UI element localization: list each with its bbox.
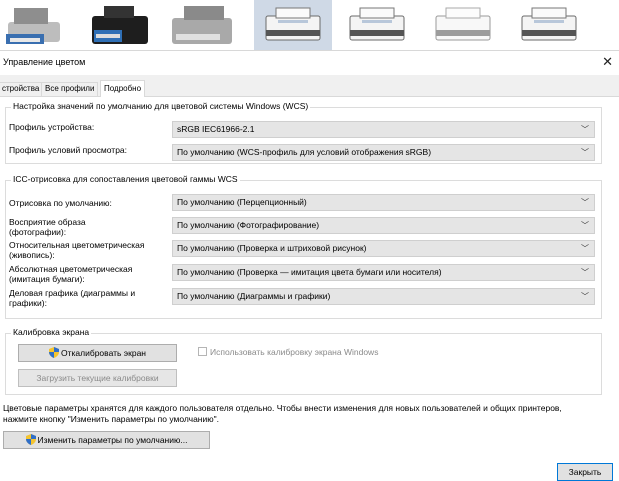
calibrate-display-button[interactable]: Откалибровать экран (18, 344, 177, 362)
printer-icon (6, 8, 60, 44)
printer-thumbnail[interactable] (510, 0, 588, 50)
device-profile-label: Профиль устройства: (9, 122, 95, 132)
printer-icon (435, 7, 491, 41)
load-current-calibrations-label: Загрузить текущие калибровки (36, 373, 159, 383)
device-profile-value: sRGB IEC61966-2.1 (177, 124, 255, 134)
icc-row-label: Абсолютная цветометрическая (имитация бу… (9, 264, 133, 284)
printer-thumbnail-selected[interactable] (254, 0, 332, 50)
icc-rendering-group: ICC-отрисовка для сопоставления цветовой… (5, 174, 602, 319)
change-defaults-button[interactable]: Изменить параметры по умолчанию... (3, 431, 210, 449)
tab-devices[interactable]: стройства (0, 82, 44, 96)
chevron-down-icon: ﹀ (581, 292, 589, 301)
printer-icon (172, 6, 232, 44)
advanced-tab-panel: Настройка значений по умолчанию для цвет… (0, 96, 619, 481)
wcs-defaults-group: Настройка значений по умолчанию для цвет… (5, 101, 602, 164)
use-windows-calibration-checkbox[interactable] (198, 347, 207, 356)
calibration-legend: Калибровка экрана (11, 327, 92, 337)
perceptual-select[interactable]: По умолчанию (Фотографирование) ﹀ (172, 217, 595, 234)
chevron-down-icon: ﹀ (581, 268, 589, 277)
device-profile-select[interactable]: sRGB IEC61966-2.1 ﹀ (172, 121, 595, 138)
icc-rendering-legend: ICC-отрисовка для сопоставления цветовой… (11, 174, 240, 184)
icc-row-label: Относительная цветометрическая (живопись… (9, 240, 145, 260)
printer-icon (265, 7, 321, 41)
printer-thumbnail-strip (0, 0, 619, 50)
per-user-settings-note: Цветовые параметры хранятся для каждого … (3, 403, 562, 424)
calibrate-display-label: Откалибровать экран (60, 348, 147, 358)
printer-thumbnail[interactable] (0, 0, 78, 50)
printer-thumbnail[interactable] (424, 0, 502, 50)
close-button[interactable]: Закрыть (557, 463, 613, 481)
icc-row-value: По умолчанию (Проверка — имитация цвета … (177, 267, 442, 277)
viewing-profile-select[interactable]: По умолчанию (WCS-профиль для условий от… (172, 144, 595, 161)
chevron-down-icon: ﹀ (581, 148, 589, 157)
absolute-colorimetric-select[interactable]: По умолчанию (Проверка — имитация цвета … (172, 264, 595, 281)
tab-all-profiles[interactable]: Все профили (41, 82, 99, 96)
viewing-profile-value: По умолчанию (WCS-профиль для условий от… (177, 147, 432, 157)
icc-row-label: Отрисовка по умолчанию: (9, 198, 112, 208)
printer-icon (521, 7, 577, 41)
chevron-down-icon: ﹀ (581, 198, 589, 207)
close-icon[interactable]: ✕ (602, 54, 613, 70)
printer-thumbnail[interactable] (82, 0, 160, 50)
load-current-calibrations-button[interactable]: Загрузить текущие калибровки (18, 369, 177, 387)
display-calibration-group: Калибровка экрана Откалибровать экран Ис… (5, 327, 602, 395)
uac-shield-icon (25, 434, 36, 445)
tab-advanced[interactable]: Подробно (100, 80, 146, 97)
change-defaults-label: Изменить параметры по умолчанию... (37, 435, 188, 445)
color-management-dialog: Управление цветом ✕ стройства Все профил… (0, 50, 619, 481)
icc-row-value: По умолчанию (Фотографирование) (177, 220, 320, 230)
chevron-down-icon: ﹀ (581, 221, 589, 230)
business-graphics-select[interactable]: По умолчанию (Диаграммы и графики) ﹀ (172, 288, 595, 305)
close-button-label: Закрыть (568, 467, 602, 477)
viewing-profile-label: Профиль условий просмотра: (9, 145, 128, 155)
icc-row-label: Деловая графика (диаграммы и графики): (9, 288, 136, 308)
use-windows-calibration-label: Использовать калибровку экрана Windows (210, 347, 379, 357)
printer-icon (349, 7, 405, 41)
dialog-title: Управление цветом (3, 57, 86, 67)
default-rendering-select[interactable]: По умолчанию (Перцепционный) ﹀ (172, 194, 595, 211)
wcs-defaults-legend: Настройка значений по умолчанию для цвет… (11, 101, 311, 111)
title-bar[interactable]: Управление цветом ✕ (0, 51, 619, 75)
chevron-down-icon: ﹀ (581, 244, 589, 253)
chevron-down-icon: ﹀ (581, 125, 589, 134)
relative-colorimetric-select[interactable]: По умолчанию (Проверка и штриховой рисун… (172, 240, 595, 257)
icc-row-label: Восприятие образа (фотографии): (9, 217, 86, 237)
icc-row-value: По умолчанию (Проверка и штриховой рисун… (177, 243, 367, 253)
icc-row-value: По умолчанию (Диаграммы и графики) (177, 291, 331, 301)
uac-shield-icon (48, 347, 59, 358)
icc-row-value: По умолчанию (Перцепционный) (177, 197, 307, 207)
printer-thumbnail[interactable] (166, 0, 244, 50)
printer-icon (92, 6, 148, 44)
printer-thumbnail[interactable] (338, 0, 416, 50)
